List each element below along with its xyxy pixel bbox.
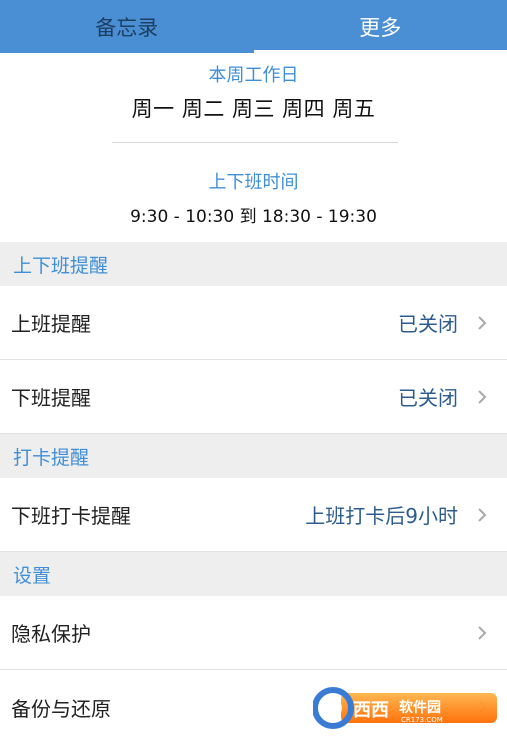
row-clock-out-reminder[interactable]: 下班打卡提醒 上班打卡后9小时: [0, 478, 507, 552]
row-label: 隐私保护: [11, 622, 91, 646]
tab-more[interactable]: 更多: [253, 0, 507, 53]
row-value: 已关闭: [398, 386, 458, 410]
commute-time-value[interactable]: 9:30 - 10:30 到 18:30 - 19:30: [0, 202, 507, 227]
svg-text:软件园: 软件园: [399, 699, 441, 716]
chevron-right-icon: [472, 313, 492, 333]
row-label: 下班提醒: [11, 386, 91, 410]
tab-memo[interactable]: 备忘录: [0, 0, 254, 53]
row-value: 上班打卡后9小时: [305, 504, 458, 528]
svg-text:CR173.COM: CR173.COM: [401, 716, 443, 724]
row-label: 备份与还原: [11, 696, 111, 721]
row-label: 上班提醒: [11, 312, 91, 336]
chevron-right-icon: [472, 505, 492, 525]
tab-bar: 备忘录 更多: [0, 0, 507, 53]
svg-text:西西: 西西: [353, 700, 389, 721]
chevron-right-icon: [472, 387, 492, 407]
watermark-logo: 西西 软件园 CR173.COM: [312, 685, 499, 731]
row-work-start-reminder[interactable]: 上班提醒 已关闭: [0, 286, 507, 360]
row-value: 已关闭: [398, 312, 458, 336]
workdays-value[interactable]: 周一 周二 周三 周四 周五: [0, 93, 507, 123]
row-work-end-reminder[interactable]: 下班提醒 已关闭: [0, 360, 507, 434]
row-label: 下班打卡提醒: [11, 504, 131, 528]
chevron-right-icon: [472, 623, 492, 643]
summary-divider: [112, 142, 398, 143]
section-header-commute-reminder: 上下班提醒: [0, 242, 507, 286]
section-header-clock-reminder: 打卡提醒: [0, 434, 507, 478]
work-summary: 本周工作日 周一 周二 周三 周四 周五 上下班时间 9:30 - 10:30 …: [0, 53, 507, 242]
commute-time-label: 上下班时间: [208, 172, 299, 193]
workdays-label: 本周工作日: [208, 65, 299, 86]
section-header-settings: 设置: [0, 552, 507, 596]
row-privacy-protection[interactable]: 隐私保护: [0, 596, 507, 670]
